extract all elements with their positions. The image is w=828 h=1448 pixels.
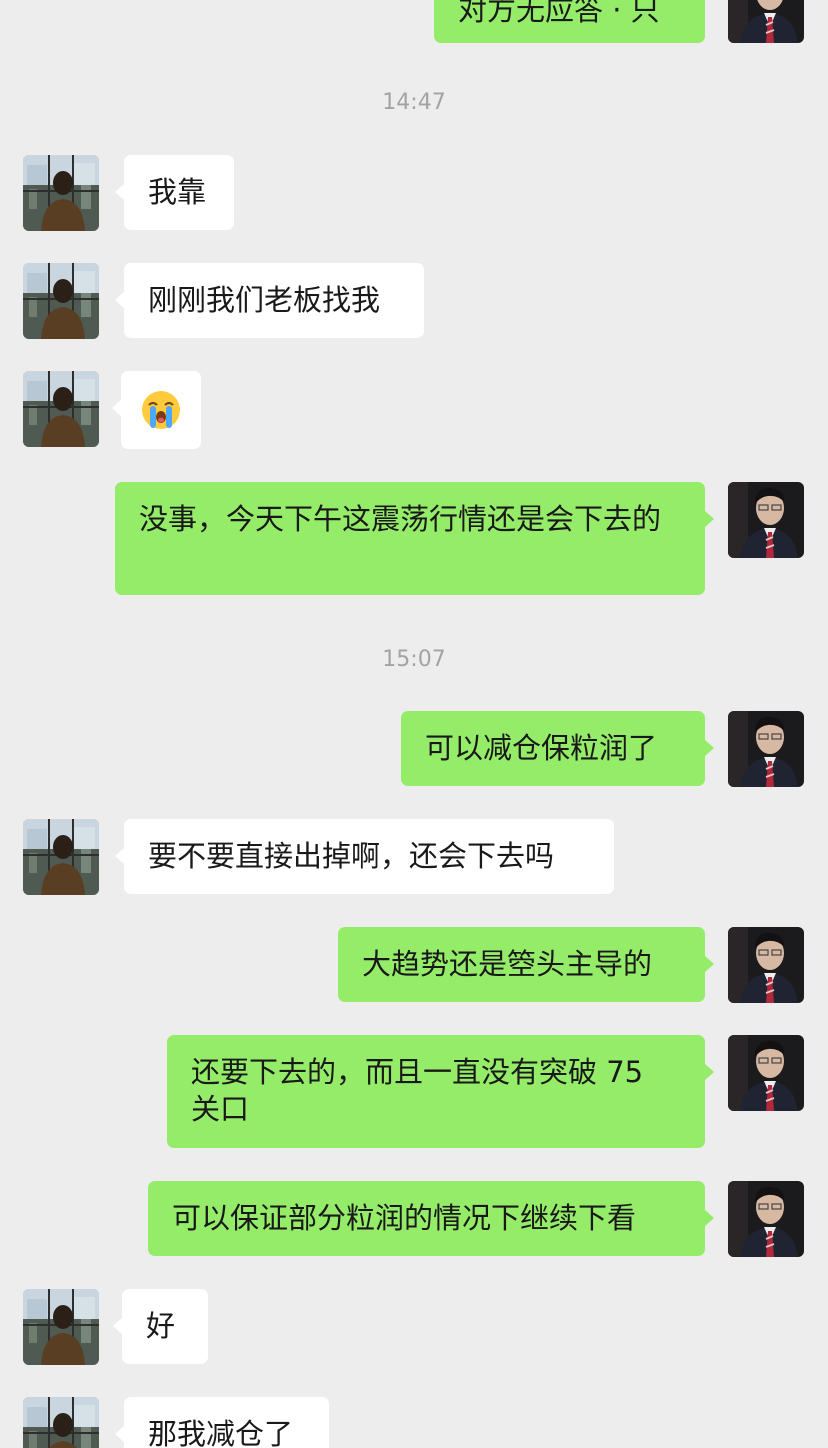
self-avatar[interactable] <box>728 1181 804 1257</box>
timestamp: 15:07 <box>382 647 446 672</box>
message-bubble-other[interactable]: 我靠 <box>115 155 234 230</box>
other-avatar[interactable] <box>23 819 99 895</box>
self-avatar[interactable] <box>728 927 804 1003</box>
message-bubble-self[interactable]: 没事，今天下午这震荡行情还是会下去的 <box>115 482 714 595</box>
self-avatar[interactable] <box>728 1035 804 1111</box>
message-bubble-self[interactable]: 可以保证部分粒润的情况下继续下看 <box>148 1181 714 1256</box>
message-text: 刚刚我们老板找我 <box>148 283 381 317</box>
message-text: 还要下去的，而且一直没有突破 75 关口 <box>191 1055 644 1126</box>
message-bubble-other[interactable] <box>112 371 201 449</box>
self-avatar[interactable] <box>728 482 804 558</box>
message-bubble-other[interactable]: 要不要直接出掉啊，还会下去吗 <box>115 819 614 894</box>
other-avatar[interactable] <box>23 1397 99 1448</box>
message-text: 我靠 <box>148 175 207 209</box>
message-bubble-other[interactable]: 那我减仓了 <box>115 1397 329 1448</box>
message-text: 好 <box>146 1309 176 1343</box>
message-bubble-self[interactable]: 还要下去的，而且一直没有突破 75 关口 <box>167 1035 714 1148</box>
message-text: 要不要直接出掉啊，还会下去吗 <box>148 839 555 873</box>
message-text: 可以保证部分粒润的情况下继续下看 <box>172 1201 637 1235</box>
self-avatar[interactable] <box>728 711 804 787</box>
message-text: 没事，今天下午这震荡行情还是会下去的 <box>139 502 662 536</box>
self-avatar[interactable] <box>728 0 804 43</box>
chat-area[interactable]: 对方无应答 · 只 14:47 我靠 刚刚我们老板找我 没事，今天下午这震荡行情… <box>0 0 828 1448</box>
timestamp: 14:47 <box>382 90 446 115</box>
message-bubble-self[interactable]: 大趋势还是箜头主导的 <box>338 927 714 1002</box>
other-avatar[interactable] <box>23 371 99 447</box>
other-avatar[interactable] <box>23 263 99 339</box>
message-text: 那我减仓了 <box>148 1417 294 1448</box>
message-text: 对方无应答 · 只 <box>458 0 660 27</box>
other-avatar[interactable] <box>23 155 99 231</box>
message-bubble-other[interactable]: 刚刚我们老板找我 <box>115 263 424 338</box>
message-text: 大趋势还是箜头主导的 <box>362 947 653 981</box>
message-bubble-self[interactable]: 对方无应答 · 只 <box>434 0 705 43</box>
crying-face-emoji-icon <box>140 389 182 431</box>
message-text: 可以减仓保粒润了 <box>425 731 658 765</box>
message-bubble-self[interactable]: 可以减仓保粒润了 <box>401 711 714 786</box>
other-avatar[interactable] <box>23 1289 99 1365</box>
message-bubble-other[interactable]: 好 <box>113 1289 208 1364</box>
